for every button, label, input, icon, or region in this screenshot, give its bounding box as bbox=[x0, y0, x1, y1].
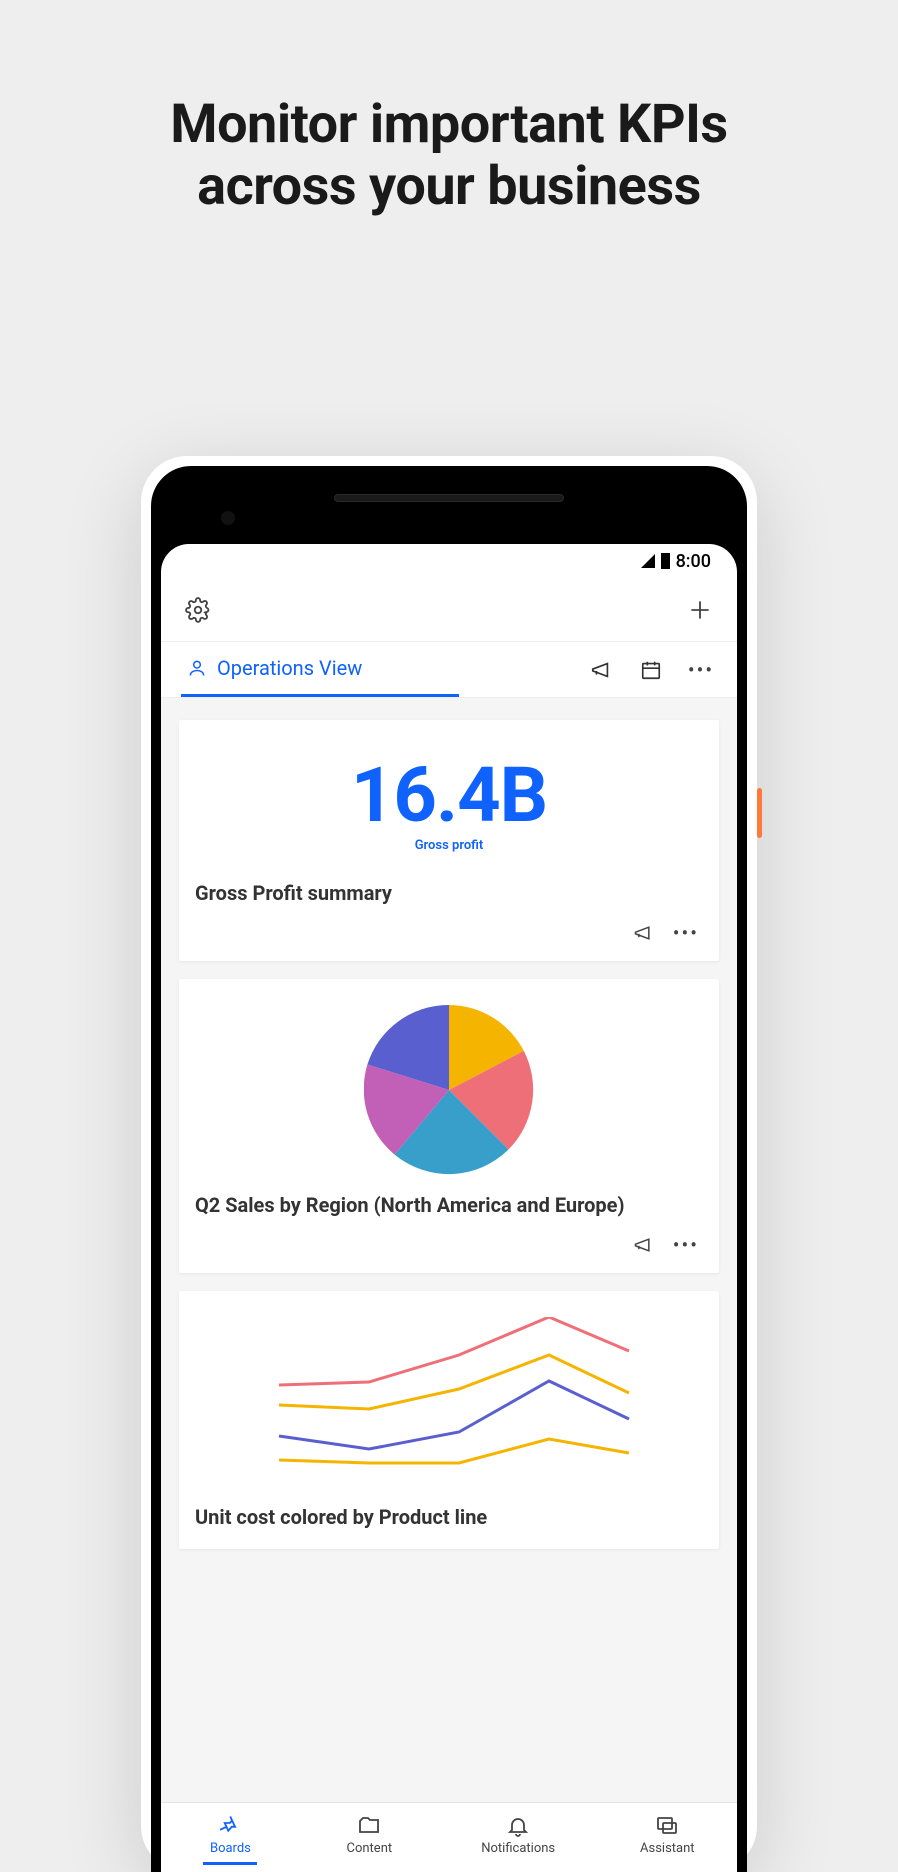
megaphone-icon[interactable] bbox=[633, 1235, 653, 1255]
nav-label: Assistant bbox=[640, 1841, 695, 1856]
person-icon bbox=[187, 658, 207, 678]
pie-title: Q2 Sales by Region (North America and Eu… bbox=[195, 1193, 703, 1217]
pin-icon bbox=[218, 1814, 242, 1838]
phone-screen: 8:00 Operations View bbox=[161, 544, 737, 1872]
folder-icon bbox=[357, 1814, 381, 1838]
line-title: Unit cost colored by Product line bbox=[195, 1505, 703, 1529]
nav-assistant[interactable]: Assistant bbox=[640, 1810, 695, 1865]
marketing-headline: Monitor important KPIs across your busin… bbox=[0, 94, 898, 218]
calendar-button[interactable] bbox=[635, 654, 667, 686]
kpi-sublabel: Gross profit bbox=[195, 838, 703, 853]
nav-label: Content bbox=[347, 1841, 393, 1856]
kpi-card[interactable]: 16.4B Gross profit Gross Profit summary … bbox=[179, 720, 719, 961]
more-button[interactable]: ••• bbox=[685, 654, 717, 686]
phone-speaker bbox=[334, 494, 564, 502]
calendar-icon bbox=[640, 659, 662, 681]
phone-side-button bbox=[757, 788, 762, 838]
nav-notifications[interactable]: Notifications bbox=[481, 1810, 555, 1865]
card-footer: ••• bbox=[195, 915, 703, 951]
headline-line-1: Monitor important KPIs bbox=[0, 94, 898, 156]
status-time: 8:00 bbox=[676, 551, 711, 572]
chat-icon bbox=[655, 1814, 679, 1838]
nav-boards[interactable]: Boards bbox=[203, 1810, 257, 1865]
nav-content[interactable]: Content bbox=[342, 1810, 396, 1865]
line-card[interactable]: Unit cost colored by Product line bbox=[179, 1291, 719, 1549]
bell-icon bbox=[506, 1814, 530, 1838]
tab-label: Operations View bbox=[217, 656, 362, 680]
megaphone-icon bbox=[590, 659, 612, 681]
phone-camera bbox=[221, 511, 235, 525]
tab-operations-view[interactable]: Operations View bbox=[181, 642, 459, 697]
phone-bezel: 8:00 Operations View bbox=[151, 466, 747, 1872]
more-icon: ••• bbox=[688, 658, 714, 682]
phone-frame: 8:00 Operations View bbox=[141, 456, 757, 1872]
card-more-button[interactable]: ••• bbox=[673, 1233, 699, 1257]
plus-icon[interactable] bbox=[687, 597, 713, 623]
megaphone-icon[interactable] bbox=[633, 923, 653, 943]
nav-label: Notifications bbox=[481, 1841, 555, 1856]
nav-label: Boards bbox=[210, 1841, 251, 1856]
kpi-value: 16.4B bbox=[195, 750, 703, 840]
content-area[interactable]: 16.4B Gross profit Gross Profit summary … bbox=[161, 698, 737, 1802]
signal-icon bbox=[641, 554, 655, 568]
battery-icon bbox=[661, 553, 670, 569]
announce-button[interactable] bbox=[585, 654, 617, 686]
gear-icon[interactable] bbox=[185, 597, 211, 623]
card-more-button[interactable]: ••• bbox=[673, 921, 699, 945]
pie-card[interactable]: Q2 Sales by Region (North America and Eu… bbox=[179, 979, 719, 1273]
app-header bbox=[161, 578, 737, 642]
pie-chart bbox=[364, 1005, 534, 1175]
headline-line-2: across your business bbox=[0, 156, 898, 218]
tab-row: Operations View bbox=[161, 642, 737, 698]
status-bar: 8:00 bbox=[161, 544, 737, 578]
line-chart bbox=[195, 1317, 703, 1487]
bottom-nav: Boards Content Notifications bbox=[161, 1802, 737, 1872]
card-footer: ••• bbox=[195, 1227, 703, 1263]
kpi-title: Gross Profit summary bbox=[195, 881, 703, 905]
